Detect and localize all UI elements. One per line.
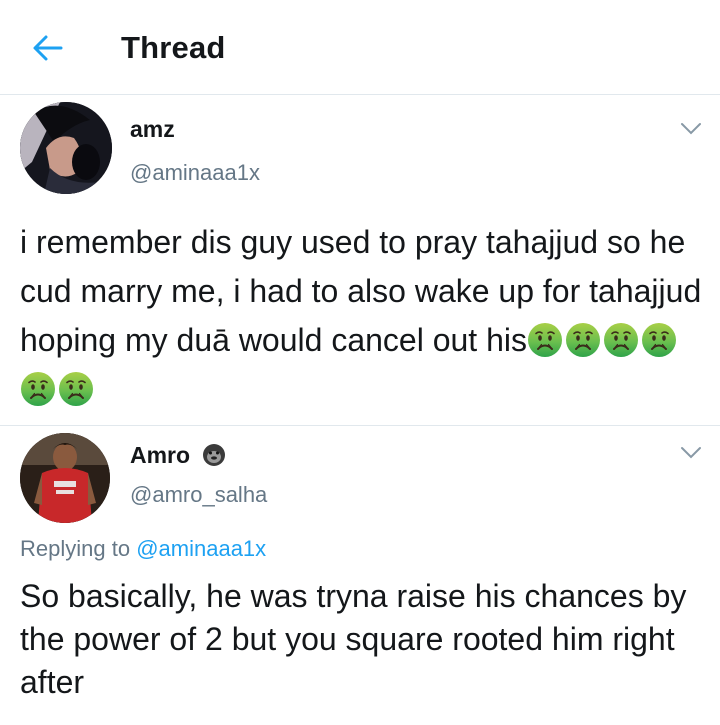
avatar[interactable] <box>20 433 110 523</box>
arrow-left-icon[interactable] <box>30 32 66 64</box>
gorilla-emoji <box>203 444 226 466</box>
user-handle[interactable]: @amro_salha <box>130 482 267 508</box>
nauseated-face-emoji <box>527 322 563 358</box>
replying-to: Replying to @aminaaa1x <box>20 536 266 562</box>
nauseated-face-emoji <box>603 322 639 358</box>
chevron-down-icon[interactable] <box>680 122 702 136</box>
nauseated-face-emoji <box>20 371 56 407</box>
display-name-row: Amro <box>130 442 226 469</box>
tweet-text: i remember dis guy used to pray tahajjud… <box>20 218 710 414</box>
chevron-down-icon[interactable] <box>680 446 702 460</box>
display-name[interactable]: amz <box>130 116 175 143</box>
nauseated-face-emoji <box>58 371 94 407</box>
top-bar: Thread <box>0 0 720 95</box>
nauseated-face-emoji <box>565 322 601 358</box>
replying-to-label: Replying to <box>20 536 131 561</box>
user-handle[interactable]: @aminaaa1x <box>130 160 260 186</box>
tweet[interactable]: Amro @amro_salha Replying to @aminaaa1x … <box>0 426 720 725</box>
tweet-text: So basically, he was tryna raise his cha… <box>20 578 687 700</box>
page-title: Thread <box>121 30 226 65</box>
display-name[interactable]: Amro <box>130 442 190 468</box>
nauseated-face-emoji <box>641 322 677 358</box>
tweet[interactable]: amz @aminaaa1x i remember dis guy used t… <box>0 95 720 426</box>
avatar[interactable] <box>20 102 112 194</box>
reply-to-link[interactable]: @aminaaa1x <box>136 536 266 561</box>
